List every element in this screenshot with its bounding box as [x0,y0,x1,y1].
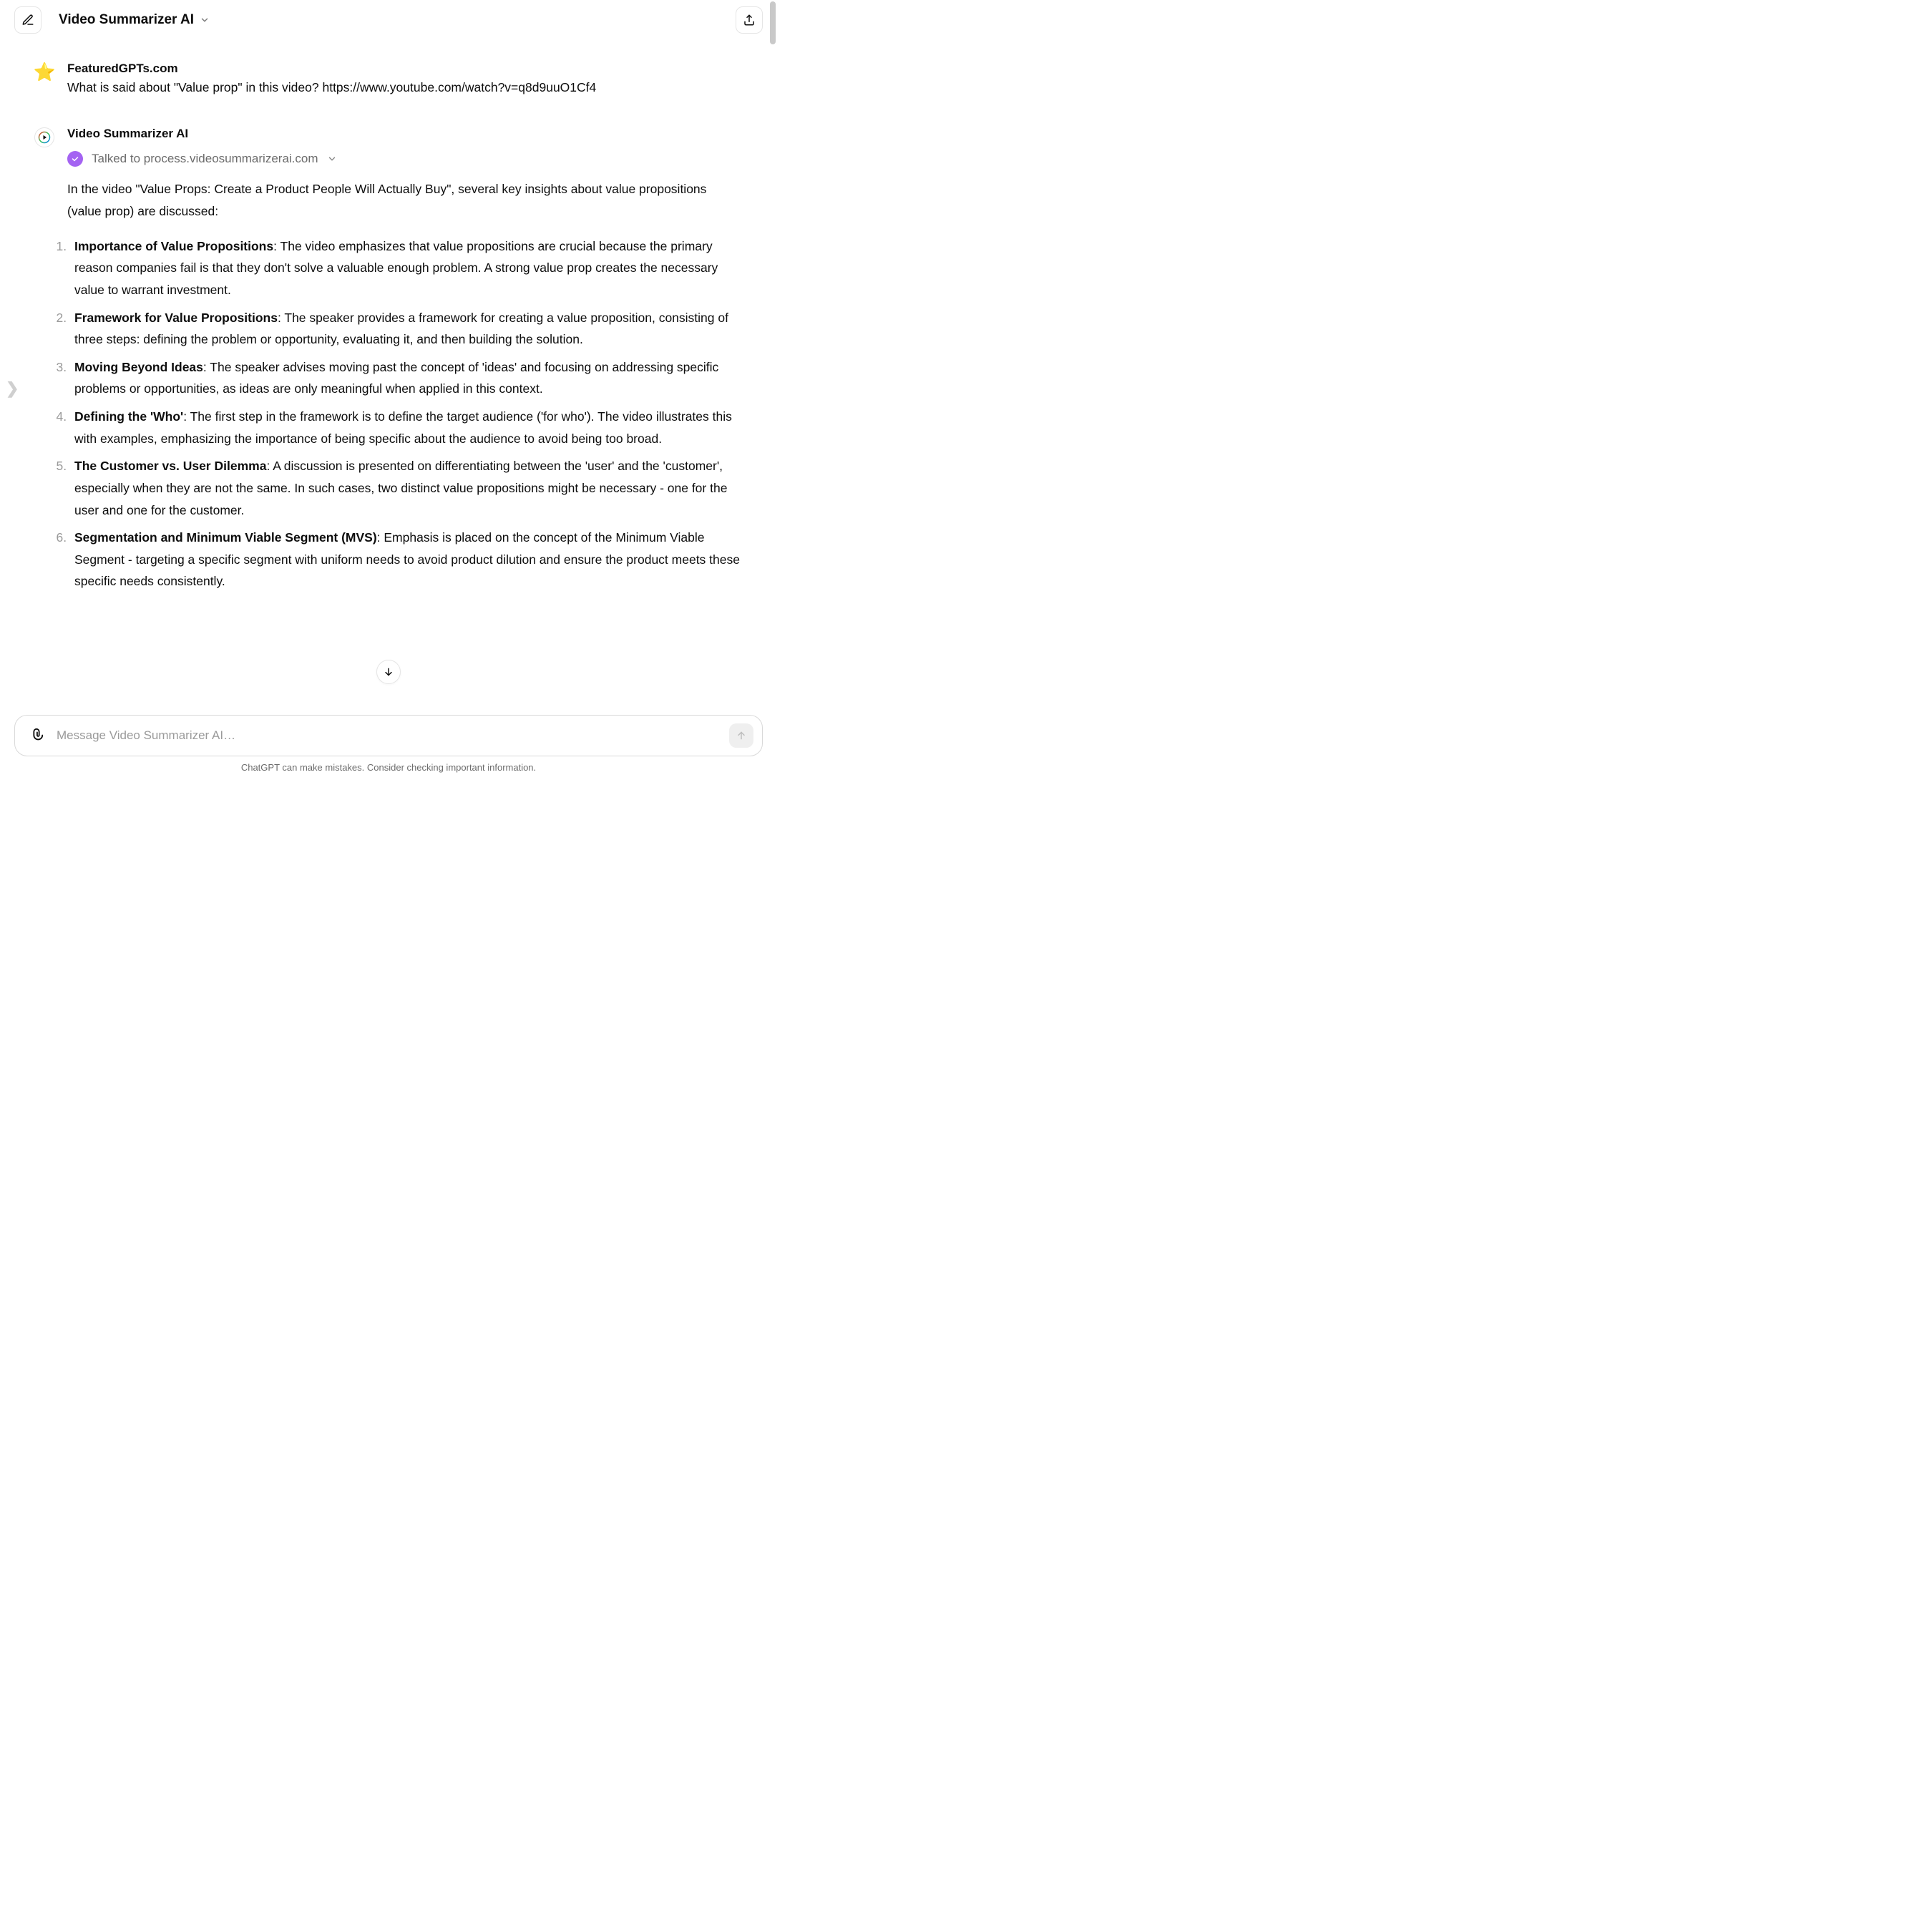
upload-icon [743,14,756,26]
assistant-points-list: Importance of Value Propositions: The vi… [70,235,743,592]
tool-check-badge [67,151,83,167]
list-item: Framework for Value Propositions: The sp… [70,307,743,351]
tool-call-text: Talked to process.videosummarizerai.com [92,152,318,166]
composer [14,715,763,756]
check-icon [71,155,79,163]
list-item: Defining the 'Who': The first step in th… [70,406,743,449]
assistant-message: Video Summarizer AI Talked to process.vi… [34,127,743,598]
arrow-up-icon [736,730,747,741]
scrollbar-thumb[interactable] [770,1,776,44]
message-input[interactable] [57,728,719,743]
user-message: ⭐ FeaturedGPTs.com What is said about "V… [34,62,743,97]
list-item: Importance of Value Propositions: The vi… [70,235,743,301]
send-button[interactable] [729,723,753,748]
chevron-down-icon [200,15,210,25]
compose-icon [21,14,34,26]
conversation: ⭐ FeaturedGPTs.com What is said about "V… [0,40,777,698]
page-title: Video Summarizer AI [59,12,194,28]
list-item: Moving Beyond Ideas: The speaker advises… [70,356,743,400]
user-author: FeaturedGPTs.com [67,62,743,76]
model-title-dropdown[interactable]: Video Summarizer AI [59,12,210,28]
disclaimer-text: ChatGPT can make mistakes. Consider chec… [14,762,763,773]
header-bar: Video Summarizer AI [0,0,777,40]
arrow-down-icon [383,666,394,678]
scroll-to-bottom-button[interactable] [376,660,401,684]
list-item: The Customer vs. User Dilemma: A discuss… [70,455,743,521]
chevron-down-icon [327,154,337,164]
composer-area: ChatGPT can make mistakes. Consider chec… [0,715,777,777]
new-chat-button[interactable] [14,6,42,34]
user-text: What is said about "Value prop" in this … [67,79,743,97]
paperclip-icon [29,728,44,743]
attach-button[interactable] [26,726,47,746]
share-button[interactable] [736,6,763,34]
user-avatar: ⭐ [34,62,54,82]
assistant-avatar [34,127,54,147]
play-circle-icon [38,131,51,144]
tool-call-pill[interactable]: Talked to process.videosummarizerai.com [67,151,743,167]
assistant-author: Video Summarizer AI [67,127,743,141]
assistant-intro: In the video "Value Props: Create a Prod… [67,178,743,222]
list-item: Segmentation and Minimum Viable Segment … [70,527,743,592]
scrollbar-track[interactable] [769,0,777,777]
